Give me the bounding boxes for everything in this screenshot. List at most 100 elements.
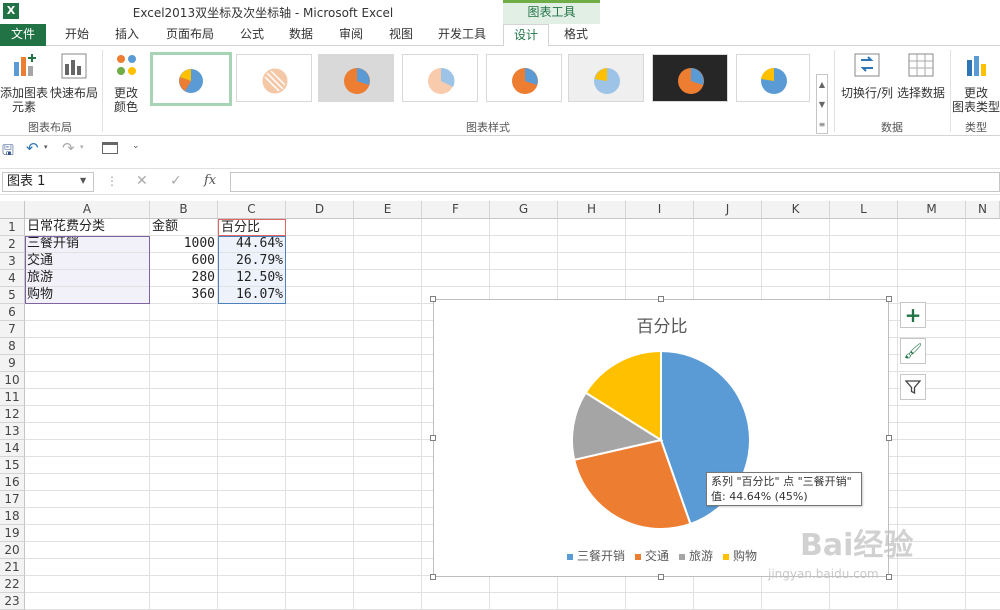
- form-icon[interactable]: [102, 142, 118, 154]
- name-box-dropdown-icon[interactable]: ▼: [80, 176, 86, 185]
- tab-view[interactable]: 视图: [381, 24, 421, 46]
- add-chart-element-button[interactable]: 添加图表 元素: [0, 52, 48, 114]
- chart-resize-handle[interactable]: [658, 574, 664, 580]
- row-header-23[interactable]: 23: [0, 593, 25, 610]
- tab-review[interactable]: 审阅: [331, 24, 371, 46]
- column-header-e[interactable]: E: [354, 201, 422, 219]
- customize-qat-icon[interactable]: ⌄: [132, 141, 140, 151]
- chart-style-4[interactable]: [402, 54, 478, 102]
- column-header-n[interactable]: N: [966, 201, 1000, 219]
- chart-style-2[interactable]: [236, 54, 312, 102]
- chart-style-7[interactable]: [652, 54, 728, 102]
- chart-resize-handle[interactable]: [430, 574, 436, 580]
- row-header-13[interactable]: 13: [0, 423, 25, 440]
- undo-icon[interactable]: ↶: [26, 139, 39, 157]
- tab-page-layout[interactable]: 页面布局: [160, 24, 220, 46]
- column-header-k[interactable]: K: [762, 201, 830, 219]
- legend-item-3[interactable]: 购物: [723, 549, 757, 563]
- chart-style-3[interactable]: [318, 54, 394, 102]
- row-header-17[interactable]: 17: [0, 491, 25, 508]
- row-header-18[interactable]: 18: [0, 508, 25, 525]
- row-header-5[interactable]: 5: [0, 287, 25, 304]
- tab-formulas[interactable]: 公式: [232, 24, 272, 46]
- cell-b2[interactable]: 1000: [150, 236, 218, 253]
- chart-style-8[interactable]: [736, 54, 810, 102]
- cell-c3[interactable]: 26.79%: [218, 253, 286, 270]
- row-header-7[interactable]: 7: [0, 321, 25, 338]
- tab-design[interactable]: 设计: [503, 24, 549, 47]
- chart-elements-plus-icon[interactable]: +: [900, 302, 926, 328]
- cell-c4[interactable]: 12.50%: [218, 270, 286, 287]
- tab-file[interactable]: 文件: [0, 24, 46, 46]
- change-chart-type-button[interactable]: 更改 图表类型: [952, 52, 1000, 114]
- chart-resize-handle[interactable]: [886, 296, 892, 302]
- save-icon[interactable]: 🖫: [2, 140, 14, 164]
- row-header-9[interactable]: 9: [0, 355, 25, 372]
- row-header-11[interactable]: 11: [0, 389, 25, 406]
- cell-b5[interactable]: 360: [150, 287, 218, 304]
- row-header-22[interactable]: 22: [0, 576, 25, 593]
- chart-resize-handle[interactable]: [430, 296, 436, 302]
- enter-icon[interactable]: ✓: [170, 173, 182, 189]
- legend-item-0[interactable]: 三餐开销: [566, 549, 625, 563]
- chart-style-5[interactable]: [486, 54, 562, 102]
- cell-a5[interactable]: 购物: [25, 287, 150, 304]
- column-header-h[interactable]: H: [558, 201, 626, 219]
- select-data-button[interactable]: 选择数据: [896, 52, 946, 100]
- row-header-6[interactable]: 6: [0, 304, 25, 321]
- cell-c1[interactable]: 百分比: [218, 219, 286, 236]
- legend-item-1[interactable]: 交通: [634, 549, 669, 563]
- tab-data[interactable]: 数据: [281, 24, 321, 46]
- chart-style-1[interactable]: [150, 52, 232, 106]
- chart-resize-handle[interactable]: [886, 574, 892, 580]
- quick-layout-button[interactable]: 快速布局: [48, 52, 100, 100]
- row-header-21[interactable]: 21: [0, 559, 25, 576]
- cell-c5[interactable]: 16.07%: [218, 287, 286, 304]
- row-header-10[interactable]: 10: [0, 372, 25, 389]
- cell-a4[interactable]: 旅游: [25, 270, 150, 287]
- row-header-3[interactable]: 3: [0, 253, 25, 270]
- cell-a2[interactable]: 三餐开销: [25, 236, 150, 253]
- switch-row-column-button[interactable]: 切换行/列: [838, 52, 896, 100]
- cell-c2[interactable]: 44.64%: [218, 236, 286, 253]
- column-header-l[interactable]: L: [830, 201, 898, 219]
- redo-icon[interactable]: ↷: [62, 139, 75, 157]
- row-header-2[interactable]: 2: [0, 236, 25, 253]
- column-header-j[interactable]: J: [694, 201, 762, 219]
- chart-resize-handle[interactable]: [886, 435, 892, 441]
- formula-input[interactable]: [230, 172, 1000, 192]
- row-header-16[interactable]: 16: [0, 474, 25, 491]
- row-header-8[interactable]: 8: [0, 338, 25, 355]
- row-header-15[interactable]: 15: [0, 457, 25, 474]
- insert-function-icon[interactable]: fx: [204, 173, 216, 188]
- cell-b3[interactable]: 600: [150, 253, 218, 270]
- column-header-i[interactable]: I: [626, 201, 694, 219]
- chart-resize-handle[interactable]: [430, 435, 436, 441]
- row-header-14[interactable]: 14: [0, 440, 25, 457]
- row-header-12[interactable]: 12: [0, 406, 25, 423]
- cancel-icon[interactable]: ✕: [136, 173, 148, 189]
- tab-insert[interactable]: 插入: [106, 24, 148, 46]
- column-header-c[interactable]: C: [218, 201, 286, 219]
- chart-resize-handle[interactable]: [658, 296, 664, 302]
- column-header-a[interactable]: A: [25, 201, 150, 219]
- cell-b4[interactable]: 280: [150, 270, 218, 287]
- row-header-20[interactable]: 20: [0, 542, 25, 559]
- cell-b1[interactable]: 金额: [150, 219, 218, 236]
- column-header-g[interactable]: G: [490, 201, 558, 219]
- row-header-19[interactable]: 19: [0, 525, 25, 542]
- row-header-4[interactable]: 4: [0, 270, 25, 287]
- undo-dropdown-icon[interactable]: ▾: [44, 143, 48, 151]
- column-header-m[interactable]: M: [898, 201, 966, 219]
- legend-item-2[interactable]: 旅游: [679, 549, 713, 563]
- cell-a1[interactable]: 日常花费分类: [25, 219, 150, 236]
- row-header-1[interactable]: 1: [0, 219, 25, 236]
- tab-home[interactable]: 开始: [56, 24, 98, 46]
- chart-style-6[interactable]: [568, 54, 644, 102]
- select-all-corner[interactable]: [0, 201, 25, 219]
- tab-format[interactable]: 格式: [556, 24, 596, 46]
- cell-a3[interactable]: 交通: [25, 253, 150, 270]
- redo-dropdown-icon[interactable]: ▾: [80, 143, 84, 151]
- tab-developer[interactable]: 开发工具: [432, 24, 492, 46]
- column-header-b[interactable]: B: [150, 201, 218, 219]
